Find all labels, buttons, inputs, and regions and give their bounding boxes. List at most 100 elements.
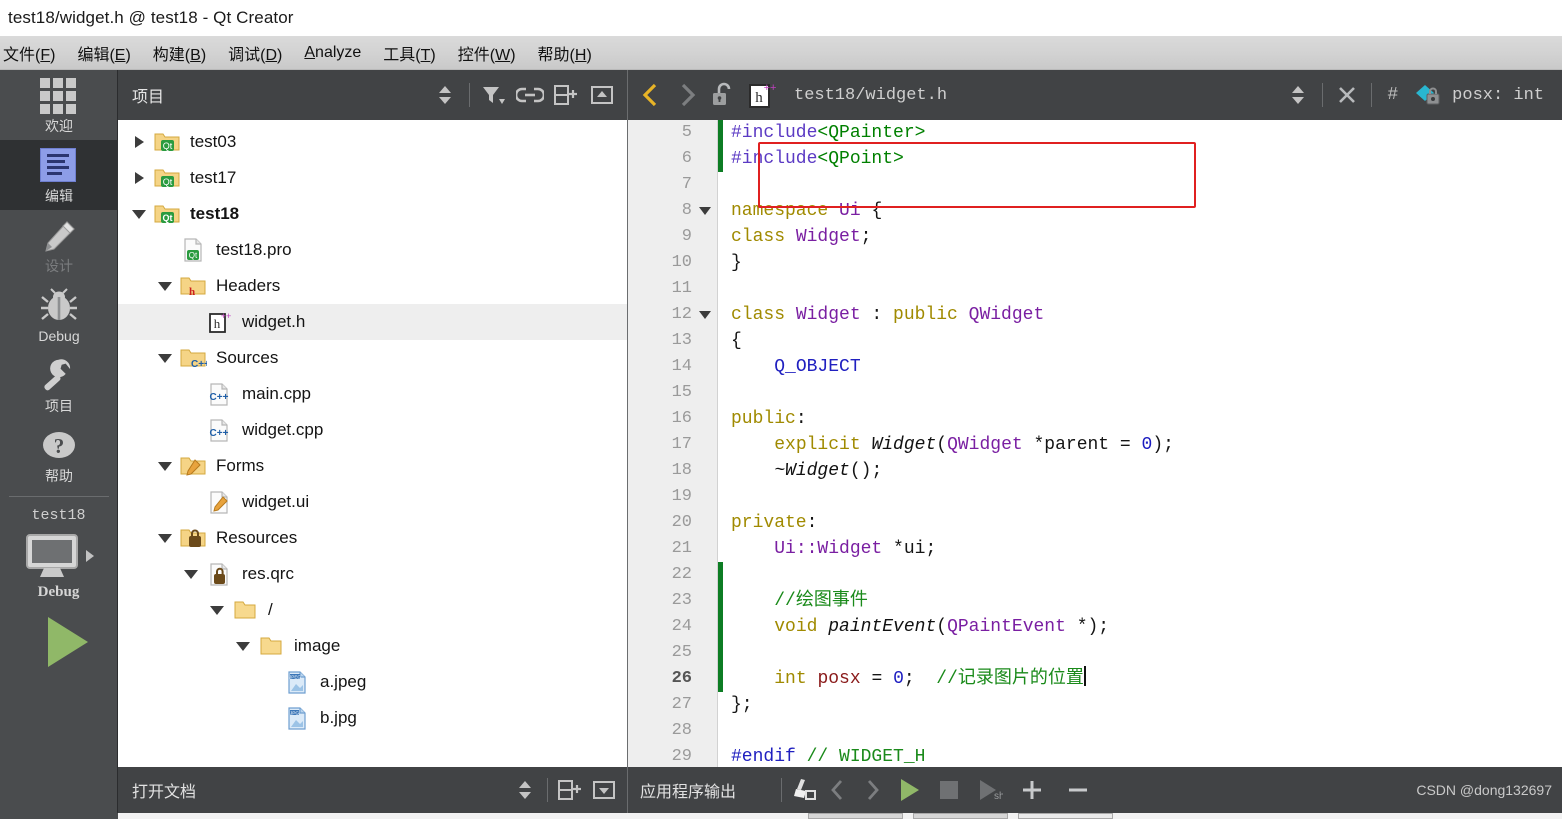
- code-line-28[interactable]: 28: [628, 718, 1562, 744]
- clear-output-button[interactable]: [787, 773, 821, 807]
- project-panel-stepper[interactable]: [428, 78, 462, 112]
- nav-forward-button[interactable]: [670, 78, 704, 112]
- filter-button[interactable]: [477, 78, 511, 112]
- code-line-23[interactable]: 23 //绘图事件: [628, 588, 1562, 614]
- tree-twisty-closed-icon[interactable]: [126, 136, 152, 148]
- output-tab-strip-2[interactable]: [913, 813, 1008, 819]
- run-button[interactable]: [889, 773, 929, 807]
- stop-button[interactable]: [929, 773, 969, 807]
- zoom-in-button[interactable]: [1009, 773, 1055, 807]
- tree-item-main-cpp[interactable]: C++ main.cpp: [118, 376, 627, 412]
- menu-item-1[interactable]: 编辑(E): [66, 38, 141, 68]
- tree-twisty-open-icon[interactable]: [204, 605, 230, 615]
- tree-item-resources[interactable]: Resources: [118, 520, 627, 556]
- tree-twisty-open-icon[interactable]: [152, 461, 178, 471]
- tree-item-test18[interactable]: Qt test18: [118, 196, 627, 232]
- tree-item-test03[interactable]: Qt test03: [118, 124, 627, 160]
- code-line-10[interactable]: 10}: [628, 250, 1562, 276]
- symbol-selector[interactable]: posx: int: [1408, 82, 1544, 108]
- output-tab-strip-3[interactable]: [1018, 813, 1113, 819]
- mode-button-edit[interactable]: 编辑: [0, 140, 118, 210]
- code-line-12[interactable]: 12 class Widget : public QWidget: [628, 302, 1562, 328]
- code-line-7[interactable]: 7: [628, 172, 1562, 198]
- code-line-9[interactable]: 9 class Widget;: [628, 224, 1562, 250]
- tree-item-test17[interactable]: Qt test17: [118, 160, 627, 196]
- code-line-18[interactable]: 18 ~Widget();: [628, 458, 1562, 484]
- code-line-14[interactable]: 14 Q_OBJECT: [628, 354, 1562, 380]
- menu-item-3[interactable]: 调试(D): [217, 38, 293, 68]
- open-docs-split[interactable]: [553, 773, 587, 807]
- code-line-20[interactable]: 20 private:: [628, 510, 1562, 536]
- menu-item-4[interactable]: Analyze: [293, 41, 372, 65]
- next-item-button[interactable]: [855, 773, 889, 807]
- code-line-27[interactable]: 27};: [628, 692, 1562, 718]
- code-line-22[interactable]: 22: [628, 562, 1562, 588]
- mode-button-projects[interactable]: 项目: [0, 350, 118, 420]
- close-editor-button[interactable]: [1330, 78, 1364, 112]
- tree-twisty-open-icon[interactable]: [152, 281, 178, 291]
- run-button-large[interactable]: [0, 617, 117, 667]
- tree-item-widget-h[interactable]: h ++ widget.h: [118, 304, 627, 340]
- code-line-13[interactable]: 13 {: [628, 328, 1562, 354]
- nav-back-button[interactable]: [634, 78, 668, 112]
- code-line-24[interactable]: 24 void paintEvent(QPaintEvent *);: [628, 614, 1562, 640]
- attach-debugger-button[interactable]: sh: [969, 773, 1009, 807]
- tree-item-image[interactable]: image: [118, 628, 627, 664]
- code-line-8[interactable]: 8 namespace Ui {: [628, 198, 1562, 224]
- code-line-5[interactable]: 5 #include<QPainter>: [628, 120, 1562, 146]
- mode-button-welcome[interactable]: 欢迎: [0, 70, 118, 140]
- tree-twisty-closed-icon[interactable]: [126, 172, 152, 184]
- open-documents-label[interactable]: 打开文档: [132, 778, 196, 802]
- project-file-tree[interactable]: Qt test03 Qt test17 Qt test18 Qt test18.pro h Hea…: [118, 120, 627, 767]
- code-line-15[interactable]: 15: [628, 380, 1562, 406]
- tree-twisty-open-icon[interactable]: [178, 569, 204, 579]
- menu-item-6[interactable]: 控件(W): [447, 38, 527, 68]
- code-line-26[interactable]: 26 int posx = 0; //记录图片的位置: [628, 666, 1562, 692]
- open-docs-close[interactable]: [587, 773, 621, 807]
- tree-item--[interactable]: /: [118, 592, 627, 628]
- menu-item-0[interactable]: 文件(F): [0, 38, 66, 68]
- tree-item-widget-cpp[interactable]: C++ widget.cpp: [118, 412, 627, 448]
- mode-button-help[interactable]: ? 帮助: [0, 420, 118, 490]
- zoom-out-button[interactable]: [1055, 773, 1101, 807]
- code-line-25[interactable]: 25: [628, 640, 1562, 666]
- tree-twisty-open-icon[interactable]: [152, 533, 178, 543]
- close-split-button[interactable]: [585, 78, 619, 112]
- tree-twisty-open-icon[interactable]: [126, 209, 152, 219]
- menu-item-2[interactable]: 构建(B): [142, 38, 217, 68]
- fold-toggle-icon[interactable]: [692, 311, 718, 319]
- code-line-21[interactable]: 21 Ui::Widget *ui;: [628, 536, 1562, 562]
- code-line-11[interactable]: 11: [628, 276, 1562, 302]
- editor-file-path[interactable]: test18/widget.h: [794, 86, 947, 105]
- tree-item-res-qrc[interactable]: res.qrc: [118, 556, 627, 592]
- mode-button-design[interactable]: 设计: [0, 210, 118, 280]
- prev-item-button[interactable]: [821, 773, 855, 807]
- output-tab-strip-1[interactable]: [808, 813, 903, 819]
- tree-twisty-open-icon[interactable]: [230, 641, 256, 651]
- link-button[interactable]: [513, 78, 547, 112]
- tree-item-sources[interactable]: C++ Sources: [118, 340, 627, 376]
- split-button[interactable]: [549, 78, 583, 112]
- kit-expand-arrow-icon[interactable]: [85, 550, 94, 562]
- menu-item-7[interactable]: 帮助(H): [527, 38, 603, 68]
- code-line-19[interactable]: 19: [628, 484, 1562, 510]
- kit-selector[interactable]: test18 Debug: [0, 497, 117, 667]
- lock-toggle-button[interactable]: [706, 78, 740, 112]
- code-line-6[interactable]: 6 #include<QPoint>: [628, 146, 1562, 172]
- open-docs-stepper[interactable]: [508, 773, 542, 807]
- fold-toggle-icon[interactable]: [692, 207, 718, 215]
- code-line-16[interactable]: 16 public:: [628, 406, 1562, 432]
- mode-button-debug[interactable]: Debug: [0, 280, 118, 350]
- code-line-29[interactable]: 29 #endif // WIDGET_H: [628, 744, 1562, 767]
- tree-item-widget-ui[interactable]: widget.ui: [118, 484, 627, 520]
- tree-item-headers[interactable]: h Headers: [118, 268, 627, 304]
- menu-item-5[interactable]: 工具(T): [372, 38, 446, 68]
- code-line-17[interactable]: 17 explicit Widget(QWidget *parent = 0);: [628, 432, 1562, 458]
- tree-twisty-open-icon[interactable]: [152, 353, 178, 363]
- line-column-indicator[interactable]: #: [1379, 85, 1406, 105]
- tree-item-a-jpeg[interactable]: JPEG a.jpeg: [118, 664, 627, 700]
- tree-item-forms[interactable]: Forms: [118, 448, 627, 484]
- tree-item-test18-pro[interactable]: Qt test18.pro: [118, 232, 627, 268]
- application-output-label[interactable]: 应用程序输出: [640, 778, 736, 802]
- code-editor-area[interactable]: 5 #include<QPainter> 6 #include<QPoint> 7 8 na…: [628, 120, 1562, 767]
